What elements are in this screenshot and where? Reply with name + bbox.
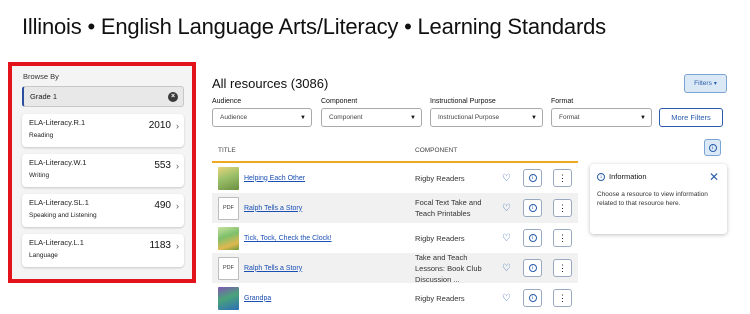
resource-component: Rigby Readers [415,233,465,243]
caret-down-icon: ▼ [531,114,537,121]
instructional-purpose-select[interactable]: Instructional Purpose ▼ [430,108,543,127]
standard-count: 1183 [149,240,171,251]
chevron-right-icon: › [176,121,179,131]
chevron-right-icon: › [176,201,179,211]
browse-by-label: Browse By [23,72,59,81]
format-select[interactable]: Format ▼ [551,108,652,127]
pdf-icon: PDF [218,196,239,220]
grade-filter-chip[interactable]: Grade 1 × [22,86,184,107]
info-panel-header: i Information [597,172,720,181]
heart-icon[interactable]: ♡ [502,203,511,214]
standard-card[interactable]: ELA-Literacy.R.1 Reading 2010 › [22,114,184,147]
select-value: Format [559,114,580,121]
standard-card[interactable]: ELA-Literacy.W.1 Writing 553 › [22,154,184,187]
results-heading: All resources (3086) [212,76,329,91]
select-value: Audience [220,114,248,121]
resource-component: Rigby Readers [415,173,465,183]
standard-subject: Writing [29,172,50,179]
info-button[interactable]: i [523,289,542,307]
more-options-button[interactable]: ⋮ [553,199,572,217]
component-filter: Component Component ▼ [321,98,422,127]
caret-down-icon: ▼ [300,114,306,121]
info-button[interactable]: i [523,259,542,277]
filter-label: Format [551,98,574,105]
resource-thumbnail [218,286,239,310]
more-options-button[interactable]: ⋮ [553,289,572,307]
table-row[interactable]: Helping Each Other Rigby Readers ♡ i ⋮ [212,163,578,193]
pdf-icon: PDF [218,256,239,280]
page-title: Illinois • English Language Arts/Literac… [22,14,606,39]
component-column-header: COMPONENT [415,146,458,154]
standard-subject: Reading [29,132,54,139]
chevron-right-icon: › [176,161,179,171]
resource-title-link[interactable]: Ralph Tells a Story [244,265,302,272]
component-select[interactable]: Component ▼ [321,108,422,127]
info-icon: i [528,264,537,272]
resource-component: Focal Text Take and Teach Printables [415,198,482,218]
heart-icon[interactable]: ♡ [502,293,511,304]
resource-component: Take and Teach Lessons: Book Club Discus… [415,252,482,284]
info-panel-body: Choose a resource to view information re… [597,191,708,207]
heart-icon[interactable]: ♡ [502,173,511,184]
info-toggle-button[interactable]: i [704,139,721,156]
more-options-button[interactable]: ⋮ [553,169,572,187]
info-icon: i [597,172,605,181]
table-row[interactable]: Grandpa Rigby Readers ♡ i ⋮ [212,283,578,313]
info-icon: i [528,174,537,182]
filters-button-label: Filters [694,80,712,87]
info-button[interactable]: i [523,199,542,217]
filter-label: Instructional Purpose [430,98,496,105]
standard-subject: Language [29,252,58,259]
more-filters-button[interactable]: More Filters [659,108,723,127]
clear-icon[interactable]: × [168,91,178,102]
filter-label: Audience [212,98,242,105]
standard-card[interactable]: ELA-Literacy.SL.1 Speaking and Listening… [22,194,184,227]
filters-button[interactable]: Filters ▾ [684,74,727,93]
info-icon: i [528,234,537,242]
info-panel-title: Information [609,172,647,181]
select-value: Component [329,114,363,121]
resource-title-link[interactable]: Grandpa [244,295,271,302]
information-panel: i Information ✕ Choose a resource to vie… [590,164,727,234]
resource-component: Rigby Readers [415,293,465,303]
table-row[interactable]: PDF Ralph Tells a Story Take and Teach L… [212,252,578,284]
table-header: TITLE COMPONENT [212,139,578,163]
table-row[interactable]: Tick, Tock, Check the Clock! Rigby Reade… [212,223,578,253]
info-icon: i [528,204,537,212]
standard-subject: Speaking and Listening [29,212,97,219]
info-button[interactable]: i [523,169,542,187]
select-value: Instructional Purpose [438,114,500,121]
info-button[interactable]: i [523,229,542,247]
resource-thumbnail [218,166,239,190]
resource-thumbnail [218,226,239,250]
standard-card[interactable]: ELA-Literacy.L.1 Language 1183 › [22,234,184,267]
close-icon[interactable]: ✕ [709,170,719,184]
heart-icon[interactable]: ♡ [502,263,511,274]
audience-filter: Audience Audience ▼ [212,98,312,127]
more-options-button[interactable]: ⋮ [553,259,572,277]
standard-count: 490 [154,200,171,211]
info-icon: i [528,294,537,302]
instructional-purpose-filter: Instructional Purpose Instructional Purp… [430,98,543,127]
caret-down-icon: ▼ [640,114,646,121]
grade-label: Grade 1 [30,92,58,101]
audience-select[interactable]: Audience ▼ [212,108,312,127]
title-column-header: TITLE [218,146,236,154]
standard-count: 553 [154,160,171,171]
format-filter: Format Format ▼ [551,98,652,127]
resources-table: TITLE COMPONENT Helping Each Other Rigby… [212,139,578,313]
resource-title-link[interactable]: Helping Each Other [244,175,305,182]
browse-by-sidebar: Browse By Grade 1 × ELA-Literacy.R.1 Rea… [8,62,196,283]
caret-down-icon: ▼ [410,114,416,121]
info-icon: i [708,143,717,152]
more-options-button[interactable]: ⋮ [553,229,572,247]
resource-title-link[interactable]: Ralph Tells a Story [244,205,302,212]
table-row[interactable]: PDF Ralph Tells a Story Focal Text Take … [212,193,578,223]
resource-title-link[interactable]: Tick, Tock, Check the Clock! [244,235,332,242]
filter-label: Component [321,98,358,105]
heart-icon[interactable]: ♡ [502,233,511,244]
chevron-down-icon: ▾ [713,81,717,87]
standard-count: 2010 [148,120,171,131]
chevron-right-icon: › [176,241,179,251]
